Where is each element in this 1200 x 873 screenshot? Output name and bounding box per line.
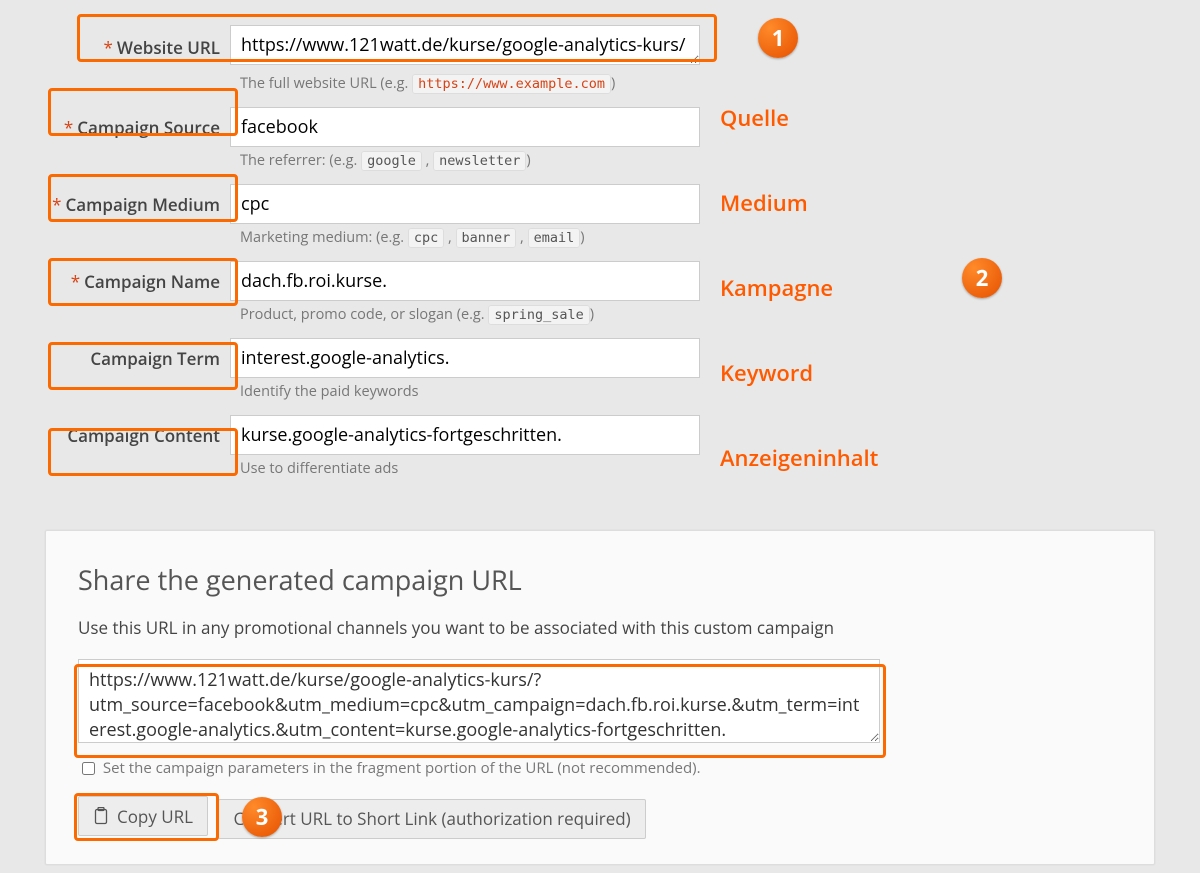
- required-star: *: [104, 36, 113, 59]
- convert-url-label: Convert URL to Short Link (authorization…: [233, 807, 630, 830]
- hint-campaign-medium: Marketing medium: (e.g. cpc , banner , e…: [240, 228, 710, 247]
- label-campaign-source: *Campaign Source: [45, 116, 230, 139]
- label-text: Campaign Name: [84, 270, 220, 293]
- hint-campaign-name: Product, promo code, or slogan (e.g. spr…: [240, 305, 710, 324]
- row-website-url: *Website URL https://www.121watt.de/kurs…: [45, 25, 900, 70]
- hint-campaign-content: Use to differentiate ads: [240, 459, 710, 478]
- label-text: Campaign Source: [77, 116, 220, 139]
- anno-quelle: Quelle: [720, 103, 789, 133]
- share-description: Use this URL in any promotional channels…: [78, 616, 1122, 639]
- share-panel: Share the generated campaign URL Use thi…: [45, 530, 1155, 865]
- campaign-content-input[interactable]: [230, 415, 700, 455]
- campaign-name-input[interactable]: [230, 261, 700, 301]
- convert-url-button[interactable]: Convert URL to Short Link (authorization…: [218, 799, 645, 839]
- label-website-url: *Website URL: [45, 36, 230, 59]
- anno-keyword: Keyword: [720, 358, 813, 388]
- share-title: Share the generated campaign URL: [78, 561, 1122, 598]
- fragment-label: Set the campaign parameters in the fragm…: [103, 758, 701, 778]
- clipboard-icon: [93, 807, 109, 825]
- fragment-option-row[interactable]: Set the campaign parameters in the fragm…: [78, 758, 1122, 778]
- hint-website-url: The full website URL (e.g. https://www.e…: [240, 74, 710, 93]
- fragment-checkbox[interactable]: [82, 762, 95, 775]
- label-text: Website URL: [117, 36, 220, 59]
- anno-anzeigeninhalt: Anzeigeninhalt: [720, 443, 878, 473]
- required-star: *: [52, 193, 61, 216]
- campaign-term-input[interactable]: [230, 338, 700, 378]
- campaign-source-input[interactable]: [230, 107, 700, 147]
- label-campaign-name: *Campaign Name: [45, 270, 230, 293]
- generated-url-textarea[interactable]: https://www.121watt.de/kurse/google-anal…: [78, 659, 880, 743]
- label-text: Campaign Term: [90, 347, 220, 370]
- required-star: *: [71, 270, 80, 293]
- label-text: Campaign Content: [67, 424, 220, 447]
- label-text: Campaign Medium: [66, 193, 220, 216]
- anno-kampagne: Kampagne: [720, 273, 833, 303]
- label-campaign-term: Campaign Term: [45, 347, 230, 370]
- label-campaign-content: Campaign Content: [45, 424, 230, 447]
- hint-campaign-source: The referrer: (e.g. google , newsletter): [240, 151, 710, 170]
- hint-campaign-term: Identify the paid keywords: [240, 382, 710, 401]
- campaign-form: *Website URL https://www.121watt.de/kurs…: [45, 0, 900, 478]
- copy-url-label: Copy URL: [117, 805, 193, 828]
- copy-url-button[interactable]: Copy URL: [78, 796, 208, 836]
- required-star: *: [64, 116, 73, 139]
- website-url-input[interactable]: https://www.121watt.de/kurse/google-anal…: [230, 25, 700, 65]
- campaign-medium-input[interactable]: [230, 184, 700, 224]
- label-campaign-medium: *Campaign Medium: [45, 193, 230, 216]
- anno-medium: Medium: [720, 188, 808, 218]
- badge-2: 2: [962, 258, 1002, 298]
- buttons-row: Copy URL Convert URL to Short Link (auth…: [78, 796, 1122, 839]
